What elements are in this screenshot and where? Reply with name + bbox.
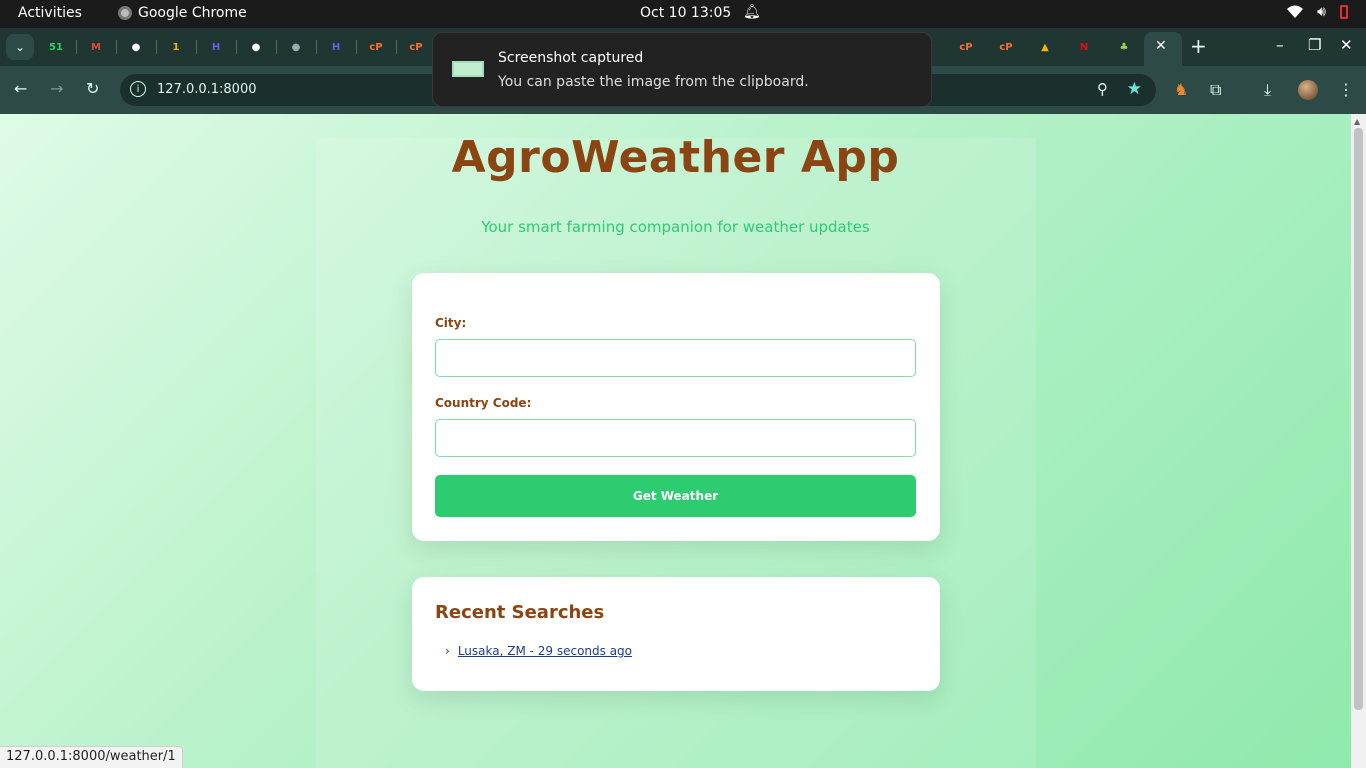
forward-icon[interactable]: → <box>50 79 63 98</box>
maximize-icon[interactable]: ❐ <box>1308 36 1321 54</box>
volume-icon: 🔊︎ <box>1317 4 1326 20</box>
tab-search-button[interactable]: ⌄ <box>6 34 34 60</box>
page-title: AgroWeather App <box>451 132 900 183</box>
clock[interactable]: Oct 10 13:05 <box>640 5 731 21</box>
extensions-puzzle-icon[interactable]: ⧉ <box>1210 80 1221 100</box>
bookmark-star-icon[interactable]: ★ <box>1127 79 1142 99</box>
reload-icon[interactable]: ↻ <box>86 79 99 98</box>
vertical-scrollbar[interactable]: ▲ <box>1351 114 1366 768</box>
battery-icon <box>1340 5 1348 19</box>
minimize-icon[interactable]: – <box>1276 36 1284 54</box>
tab-separator <box>116 40 117 54</box>
app-menu-label: Google Chrome <box>138 5 247 21</box>
tab-separator <box>156 40 157 54</box>
screenshot-thumbnail <box>452 61 484 77</box>
weather-form: City: Country Code: Get Weather <box>412 273 940 541</box>
menu-kebab-icon[interactable]: ⋮ <box>1338 80 1354 99</box>
tab-separator <box>356 40 357 54</box>
tab-separator <box>396 40 397 54</box>
recent-searches-card: Recent Searches › Lusaka, ZM - 29 second… <box>412 577 940 691</box>
activities-button[interactable]: Activities <box>18 5 82 21</box>
extension-fox-icon[interactable]: ♞ <box>1174 80 1188 99</box>
page-viewport: AgroWeather App Your smart farming compa… <box>0 114 1351 768</box>
screenshot-notification[interactable]: Screenshot captured You can paste the im… <box>432 32 932 107</box>
github-tab[interactable]: ● <box>128 39 144 55</box>
back-icon[interactable]: ← <box>14 79 27 98</box>
list-item[interactable]: › Lusaka, ZM - 29 seconds ago <box>445 644 632 658</box>
cpanel-tab-2[interactable]: cP <box>408 39 424 55</box>
wifi-icon <box>1287 5 1304 18</box>
country-code-input[interactable] <box>435 419 916 457</box>
globe-tab[interactable]: ● <box>288 39 304 55</box>
github-tab-2[interactable]: ● <box>248 39 264 55</box>
new-tab-button[interactable]: + <box>1190 34 1207 58</box>
city-input[interactable] <box>435 339 916 377</box>
cpanel-tab[interactable]: cP <box>368 39 384 55</box>
tab-separator <box>76 40 77 54</box>
recent-search-link[interactable]: Lusaka, ZM - 29 seconds ago <box>458 644 632 658</box>
hackathon-tab[interactable]: H <box>208 39 224 55</box>
chrome-icon <box>118 6 132 20</box>
zoom-icon[interactable]: ⚲ <box>1097 80 1108 98</box>
close-window-icon[interactable]: ✕ <box>1340 36 1353 54</box>
one-tab[interactable]: 1 <box>168 39 184 55</box>
notification-title: Screenshot captured <box>498 50 644 66</box>
close-tab-icon[interactable]: ✕ <box>1155 38 1167 54</box>
recent-searches-title: Recent Searches <box>435 602 605 623</box>
city-label: City: <box>435 316 467 330</box>
link-status-bar: 127.0.0.1:8000/weather/1 <box>0 746 183 768</box>
bell-icon: 🔔︎ <box>743 4 761 20</box>
profile-avatar[interactable] <box>1298 80 1318 100</box>
tab-separator <box>276 40 277 54</box>
agro-tab[interactable]: ♣ <box>1116 39 1132 55</box>
chevron-right-icon: › <box>445 644 450 658</box>
system-tray[interactable]: 🔊︎ <box>1287 4 1348 20</box>
netflix-tab[interactable]: N <box>1076 39 1092 55</box>
system-top-bar: Activities Google Chrome Oct 10 13:05 🔔︎… <box>0 0 1366 28</box>
tab-separator <box>196 40 197 54</box>
get-weather-button[interactable]: Get Weather <box>435 475 916 517</box>
boat-tab[interactable]: ▲ <box>1037 39 1053 55</box>
app-menu[interactable]: Google Chrome <box>118 5 247 21</box>
gmail-tab[interactable]: M <box>88 39 104 55</box>
scrollbar-thumb[interactable] <box>1354 128 1363 710</box>
download-icon[interactable]: ⤓ <box>1264 80 1271 100</box>
scroll-up-arrow-icon[interactable]: ▲ <box>1354 117 1360 126</box>
page-subtitle: Your smart farming companion for weather… <box>481 218 870 236</box>
tab-separator <box>236 40 237 54</box>
notification-body: You can paste the image from the clipboa… <box>498 74 809 90</box>
cpanel-tab-5[interactable]: cP <box>998 39 1014 55</box>
tab-separator <box>316 40 317 54</box>
site-info-icon[interactable]: i <box>130 81 146 97</box>
cpanel-tab-4[interactable]: cP <box>958 39 974 55</box>
chevron-down-icon: ⌄ <box>14 40 26 54</box>
url-text[interactable]: 127.0.0.1:8000 <box>157 82 257 97</box>
hackathon-tab-2[interactable]: H <box>328 39 344 55</box>
country-code-label: Country Code: <box>435 396 532 410</box>
whatsapp-tab[interactable]: 51 <box>48 39 64 55</box>
